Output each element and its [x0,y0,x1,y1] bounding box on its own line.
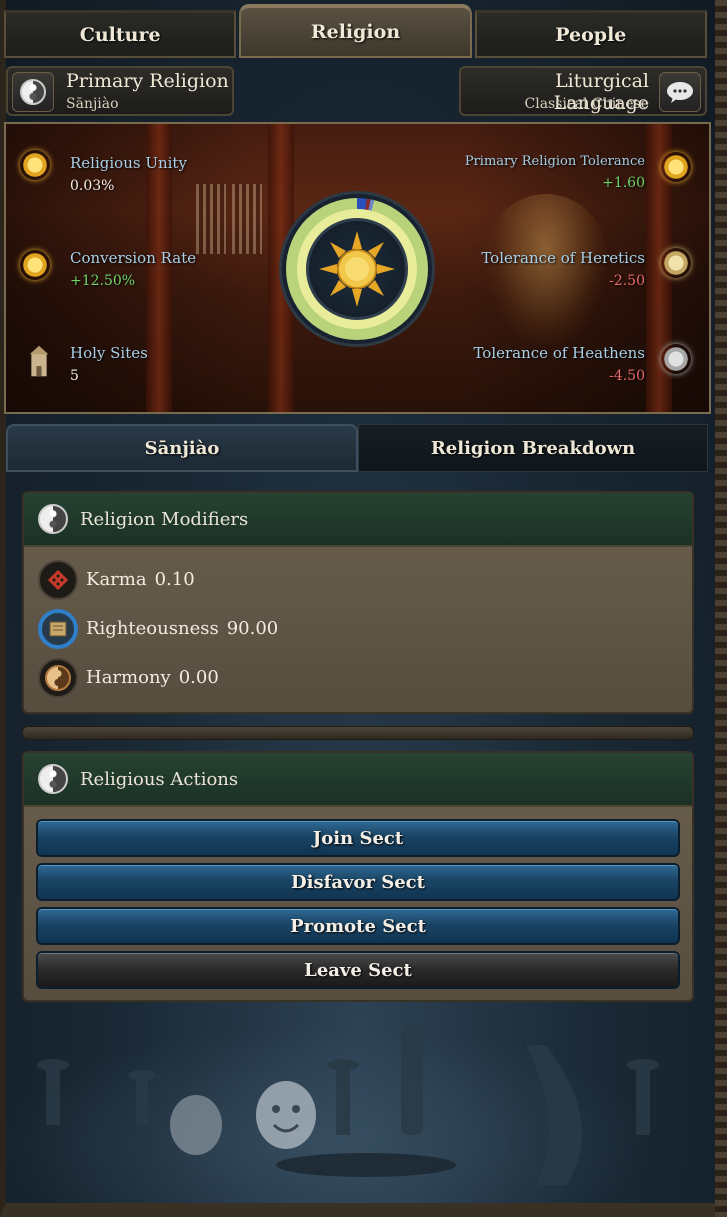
religion-subtabs: Sānjiào Religion Breakdown [6,424,708,472]
harmony-yin-yang-icon [38,657,78,698]
primary-tolerance-label: Primary Religion Tolerance [464,154,645,169]
modifier-harmony[interactable]: Harmony 0.00 [24,653,692,702]
modifier-value: 90.00 [226,618,279,639]
tab-people[interactable]: People [474,10,707,58]
primary-religion-value: Sānjiào [66,96,119,112]
religious-unity-stat[interactable]: Religious Unity 0.03% [70,154,187,194]
primary-religion-title: Primary Religion [66,70,229,92]
religion-scene: Religious Unity 0.03% Conversion Rate +1… [4,122,711,414]
modifier-name: Karma [86,569,147,590]
leave-sect-button[interactable]: Leave Sect [36,951,680,989]
yin-yang-icon [38,504,68,534]
modifier-name: Righteousness [86,618,219,639]
language-button[interactable] [659,72,701,112]
disfavor-sect-button[interactable]: Disfavor Sect [36,863,680,901]
tab-religion[interactable]: Religion [239,4,472,58]
primary-tolerance-value: +1.60 [602,175,645,191]
tolerance-hand-icon [661,152,695,186]
heathens-tolerance-stat[interactable]: Tolerance of Heathens -4.50 [473,344,645,384]
religion-emblem[interactable] [12,72,54,112]
holy-sites-stat[interactable]: Holy Sites 5 [70,344,148,384]
religion-dial[interactable] [279,191,435,347]
religion-share-ring [286,198,428,340]
speech-bubble-icon [667,82,693,103]
temple-window [232,184,262,254]
tab-religion-breakdown[interactable]: Religion Breakdown [358,424,708,472]
promote-sect-button[interactable]: Promote Sect [36,907,680,945]
religion-modifiers-header: Religion Modifiers [24,493,692,547]
religious-actions-header: Religious Actions [24,753,692,807]
heretics-tolerance-value: -2.50 [609,273,645,289]
tab-culture[interactable]: Culture [4,10,237,58]
frame-edge [715,0,727,1217]
modifier-karma[interactable]: Karma 0.10 [24,555,692,604]
holy-sites-value: 5 [70,368,79,384]
heathens-tolerance-value: -4.50 [609,368,645,384]
heretics-tolerance-stat[interactable]: Tolerance of Heretics -2.50 [481,249,645,289]
religious-actions-card: Religious Actions Join Sect Disfavor Sec… [22,751,694,1002]
sun-religion-icon [319,231,395,307]
liturgical-language-value: Classical Chinese [524,96,649,112]
primary-religion-plate[interactable]: Primary Religion Sānjiào [6,66,234,116]
holy-site-icon [29,345,49,377]
modifier-righteousness[interactable]: Righteousness 90.00 [24,604,692,653]
conversion-rate-stat[interactable]: Conversion Rate +12.50% [70,249,196,289]
religious-unity-label: Religious Unity [70,154,187,172]
scroll-icon [38,608,78,649]
modifier-name: Harmony [86,667,171,688]
liturgical-language-plate[interactable]: Liturgical Language Classical Chinese [459,66,707,116]
yin-yang-icon [20,79,46,105]
main-tabs: Culture Religion People [4,4,710,58]
section-divider [22,726,694,740]
religious-unity-value: 0.03% [70,178,115,194]
religion-modifiers-title: Religion Modifiers [80,508,249,530]
join-sect-button[interactable]: Join Sect [36,819,680,857]
unity-sun-icon [20,150,54,184]
modifier-value: 0.00 [178,667,219,688]
temple-window [196,184,226,254]
conversion-icon [20,250,54,284]
heathens-tolerance-label: Tolerance of Heathens [473,344,645,362]
theater-masks-illustration [37,1025,659,1185]
tab-sanjiao[interactable]: Sānjiào [6,424,358,472]
heathens-hand-icon [661,344,695,378]
religion-modifiers-card: Religion Modifiers Karma 0.10 Righteousn… [22,491,694,714]
religious-actions-title: Religious Actions [80,768,239,790]
heretics-tolerance-label: Tolerance of Heretics [481,249,645,267]
karma-knot-icon [38,559,78,600]
yin-yang-icon [38,764,68,794]
still-life-illustration [6,1005,712,1203]
holy-sites-label: Holy Sites [70,344,148,362]
conversion-rate-label: Conversion Rate [70,249,197,267]
heretics-hand-icon [661,248,695,282]
conversion-rate-value: +12.50% [70,273,136,289]
modifier-value: 0.10 [154,569,195,590]
primary-tolerance-stat[interactable]: Primary Religion Tolerance +1.60 [465,154,645,191]
